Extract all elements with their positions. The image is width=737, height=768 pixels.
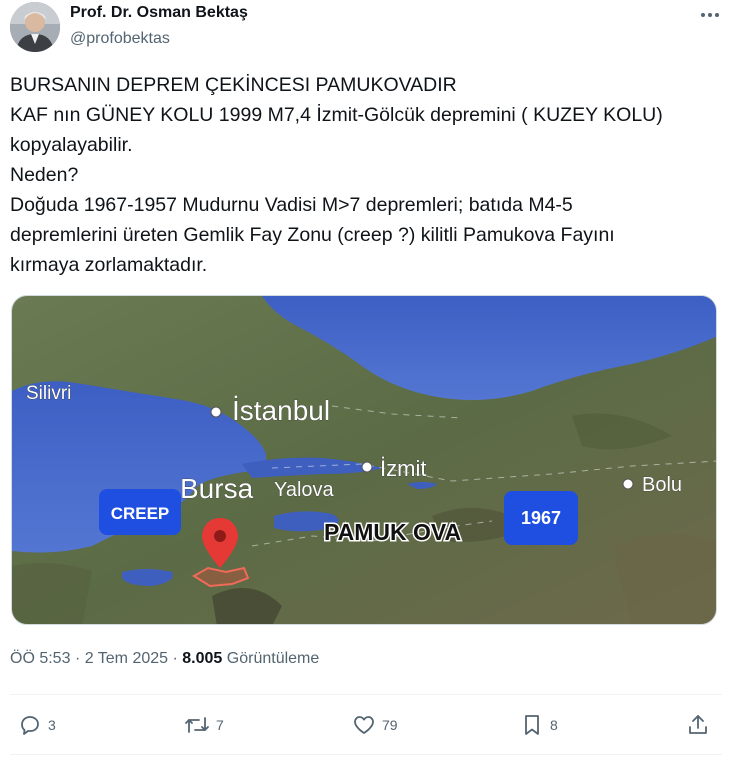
views-label: Görüntüleme bbox=[226, 650, 320, 667]
map-label-bolu: Bolu bbox=[642, 474, 682, 496]
tweet-line: Doğuda 1967-1957 Mudurnu Vadisi M>7 depr… bbox=[10, 194, 573, 216]
map-label-izmit: İzmit bbox=[380, 456, 426, 481]
tweet-line: depremlerini üreten Gemlik Fay Zonu (cre… bbox=[10, 224, 615, 246]
more-button[interactable] bbox=[693, 4, 727, 26]
reply-count: 3 bbox=[48, 717, 56, 733]
repost-button[interactable]: 7 bbox=[184, 708, 224, 742]
istanbul-marker bbox=[210, 406, 222, 418]
creep-badge-label: CREEP bbox=[111, 504, 170, 523]
map-label-yalova: Yalova bbox=[274, 479, 335, 501]
tweet-header: Prof. Dr. Osman Bektaş @profobektas bbox=[10, 0, 727, 56]
views-count: 8.005 bbox=[182, 650, 223, 667]
author-name[interactable]: Prof. Dr. Osman Bektaş bbox=[70, 4, 248, 22]
reply-button[interactable]: 3 bbox=[18, 708, 56, 742]
bookmark-button[interactable]: 8 bbox=[520, 708, 558, 742]
author-handle[interactable]: @profobektas bbox=[70, 30, 170, 48]
tweet-line: KAF nın GÜNEY KOLU 1999 M7,4 İzmit-Gölcü… bbox=[10, 104, 663, 126]
like-button[interactable]: 79 bbox=[352, 708, 398, 742]
divider bbox=[10, 694, 722, 695]
share-button[interactable] bbox=[686, 708, 710, 742]
tweet-time[interactable]: ÖÖ 5:53 bbox=[10, 650, 70, 667]
map-label-bursa: Bursa bbox=[180, 473, 254, 504]
tweet-line: kopyalayabilir. bbox=[10, 134, 133, 156]
map-label-pamukova: PAMUK OVA bbox=[324, 519, 461, 545]
more-icon bbox=[701, 13, 719, 17]
tweet-meta: ÖÖ 5:53 · 2 Tem 2025 · 8.005 Görüntüleme bbox=[10, 650, 319, 668]
like-icon bbox=[354, 716, 374, 734]
bookmark-icon bbox=[525, 715, 539, 735]
share-icon bbox=[689, 715, 707, 734]
repost-count: 7 bbox=[216, 717, 224, 733]
meta-separator: · bbox=[74, 650, 81, 667]
bookmark-count: 8 bbox=[550, 717, 558, 733]
divider bbox=[10, 754, 722, 755]
tweet-image-map[interactable]: Silivri İstanbul İzmit Bursa Yalova Bolu… bbox=[11, 295, 717, 625]
action-bar: 3 7 79 8 bbox=[10, 708, 722, 742]
avatar[interactable] bbox=[10, 2, 60, 52]
bolu-marker bbox=[622, 478, 634, 490]
map-label-istanbul: İstanbul bbox=[232, 395, 330, 426]
year-badge-label: 1967 bbox=[521, 508, 561, 528]
repost-icon bbox=[185, 717, 209, 733]
meta-separator: · bbox=[172, 650, 178, 667]
tweet-line: BURSANIN DEPREM ÇEKİNCESI PAMUKOVADIR bbox=[10, 74, 457, 96]
izmit-marker bbox=[361, 461, 373, 473]
reply-icon bbox=[21, 716, 39, 735]
like-count: 79 bbox=[382, 717, 398, 733]
map-label-silivri: Silivri bbox=[26, 383, 71, 404]
tweet-date[interactable]: 2 Tem 2025 bbox=[85, 650, 168, 667]
tweet-line: kırmaya zorlamaktadır. bbox=[10, 254, 208, 276]
tweet-line: Neden? bbox=[10, 164, 79, 186]
tweet-text: BURSANIN DEPREM ÇEKİNCESI PAMUKOVADIR KA… bbox=[10, 70, 722, 280]
